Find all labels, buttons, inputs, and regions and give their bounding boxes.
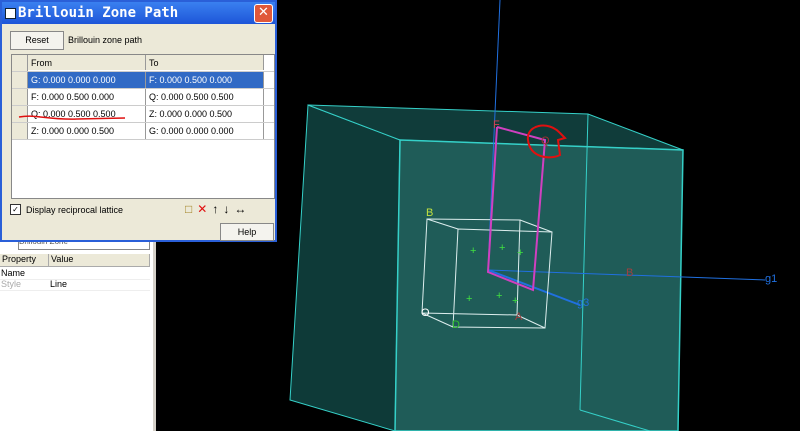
cell-from[interactable]: F: 0.000 0.500 0.000	[28, 89, 146, 105]
cell-to[interactable]: G: 0.000 0.000 0.000	[146, 123, 264, 139]
checkbox-label: Display reciprocal lattice	[26, 204, 124, 215]
property-name: Style	[1, 279, 22, 289]
svg-text:+: +	[466, 293, 472, 305]
table-row[interactable]: G: 0.000 0.000 0.000 F: 0.000 0.500 0.000	[12, 72, 274, 89]
property-row[interactable]: Style Line	[0, 279, 150, 291]
row-toolbar: □ ✕ ↑ ↓ ↔	[185, 202, 246, 216]
svg-text:+: +	[470, 245, 476, 257]
property-name: Name	[1, 268, 26, 278]
label-B2: B	[626, 267, 633, 279]
dialog-title: Brillouin Zone Path	[18, 5, 179, 21]
reset-button[interactable]: Reset	[10, 31, 64, 50]
close-button[interactable]: ✕	[254, 4, 273, 23]
svg-text:+: +	[512, 295, 518, 307]
annotation-underline	[18, 115, 126, 120]
svg-text:+: +	[499, 242, 505, 254]
label-D: D	[452, 319, 460, 331]
add-row-icon[interactable]: □	[185, 202, 192, 216]
table-header: From To	[12, 55, 274, 72]
cell-from[interactable]: Z: 0.000 0.000 0.500	[28, 123, 146, 139]
swap-icon[interactable]: ↔	[234, 202, 246, 216]
path-table: From To G: 0.000 0.000 0.000 F: 0.000 0.50…	[11, 54, 275, 199]
col-value: Value	[49, 254, 150, 266]
label-g3: g3	[577, 297, 589, 309]
property-value	[49, 268, 50, 279]
path-label: Brillouin zone path	[68, 35, 143, 45]
properties-header: Property Value	[0, 254, 150, 267]
col-from: From	[28, 55, 146, 70]
svg-text:+: +	[517, 247, 523, 259]
label-g1: g1	[765, 273, 777, 285]
outer-zone-front	[394, 139, 684, 431]
label-Q: Q	[541, 135, 550, 147]
cell-from[interactable]: G: 0.000 0.000 0.000	[28, 72, 146, 88]
cell-to[interactable]: F: 0.000 0.500 0.000	[146, 72, 264, 88]
label-A: A	[515, 311, 523, 323]
cell-to[interactable]: Z: 0.000 0.000 0.500	[146, 106, 264, 122]
move-down-icon[interactable]: ↓	[223, 202, 229, 216]
window-icon	[5, 8, 16, 19]
help-button[interactable]: Help	[220, 223, 274, 241]
cell-to[interactable]: Q: 0.000 0.500 0.500	[146, 89, 264, 105]
col-property: Property	[0, 254, 50, 266]
outer-zone-side	[289, 104, 401, 431]
table-row[interactable]: Z: 0.000 0.000 0.500 G: 0.000 0.000 0.000	[12, 123, 274, 140]
move-up-icon[interactable]: ↑	[212, 202, 218, 216]
title-bar[interactable]: Brillouin Zone Path ✕	[2, 2, 275, 24]
svg-text:+: +	[496, 290, 502, 302]
checkbox-checked-icon: ✓	[10, 204, 21, 215]
col-to: To	[146, 55, 264, 70]
display-reciprocal-lattice-checkbox[interactable]: ✓ Display reciprocal lattice	[10, 204, 123, 215]
label-F: F	[493, 119, 500, 131]
brillouin-zone-path-dialog: Brillouin Zone Path ✕ Reset Brillouin zon…	[0, 0, 277, 242]
delete-row-icon[interactable]: ✕	[197, 202, 207, 216]
label-O: O	[421, 307, 430, 319]
label-B: B	[426, 207, 433, 219]
table-row[interactable]: F: 0.000 0.500 0.000 Q: 0.000 0.500 0.500	[12, 89, 274, 106]
property-value: Line	[50, 279, 68, 289]
